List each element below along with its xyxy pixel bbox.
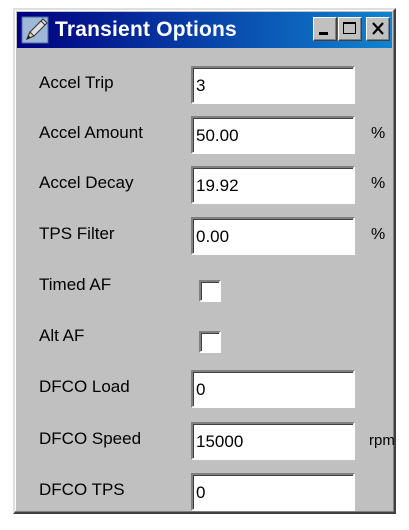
dfco-speed-input[interactable]: 15000 (191, 422, 355, 460)
accel-amount-row: Accel Amount 50.00 % (23, 114, 386, 154)
title-bar[interactable]: Transient Options (17, 12, 392, 48)
dfco-speed-label: DFCO Speed (39, 429, 142, 448)
alt-af-row: Alt AF (23, 317, 386, 357)
maximize-button[interactable] (338, 17, 362, 41)
accel-trip-row: Accel Trip 3 (23, 64, 386, 104)
close-icon (372, 22, 384, 35)
accel-decay-label: Accel Decay (39, 173, 134, 192)
window-controls (312, 17, 390, 41)
dfco-load-row: DFCO Load 0 (23, 368, 386, 408)
close-button[interactable] (366, 17, 390, 41)
transient-options-window: Transient Options Accel Trip 3 Accel Amo… (13, 8, 396, 514)
dfco-tps-input[interactable]: 0 (191, 473, 355, 511)
window-title: Transient Options (55, 18, 237, 41)
accel-trip-label: Accel Trip (39, 73, 114, 92)
accel-trip-input[interactable]: 3 (191, 66, 355, 104)
dfco-tps-label: DFCO TPS (39, 480, 125, 499)
tps-filter-row: TPS Filter 0.00 % (23, 215, 386, 255)
options-panel: Accel Trip 3 Accel Amount 50.00 % Accel … (23, 58, 395, 511)
timed-af-checkbox[interactable] (199, 280, 221, 302)
alt-af-label: Alt AF (39, 326, 85, 345)
accel-decay-input[interactable]: 19.92 (191, 166, 355, 204)
pencil-icon (21, 16, 49, 44)
dfco-speed-row: DFCO Speed 15000 rpm (23, 420, 395, 460)
alt-af-checkbox[interactable] (199, 331, 221, 353)
maximize-icon (343, 22, 356, 34)
accel-amount-input[interactable]: 50.00 (191, 116, 355, 154)
minimize-button[interactable] (313, 17, 337, 41)
dfco-tps-row: DFCO TPS 0 (23, 471, 386, 511)
minimize-icon (319, 32, 328, 35)
accel-amount-label: Accel Amount (39, 123, 143, 142)
dfco-load-label: DFCO Load (39, 377, 130, 396)
tps-filter-input[interactable]: 0.00 (191, 217, 355, 255)
timed-af-label: Timed AF (39, 275, 112, 294)
accel-decay-row: Accel Decay 19.92 % (23, 164, 386, 204)
dfco-speed-unit: rpm (369, 432, 395, 449)
accel-decay-unit: % (371, 175, 386, 192)
dfco-load-input[interactable]: 0 (191, 370, 355, 408)
accel-amount-unit: % (371, 125, 386, 142)
tps-filter-unit: % (371, 226, 386, 243)
timed-af-row: Timed AF (23, 266, 386, 306)
tps-filter-label: TPS Filter (39, 224, 115, 243)
